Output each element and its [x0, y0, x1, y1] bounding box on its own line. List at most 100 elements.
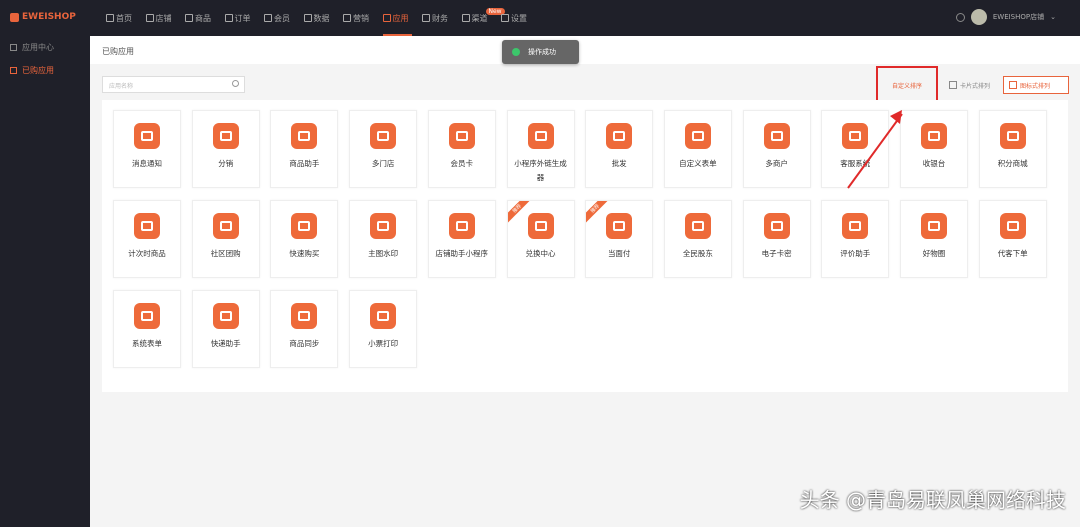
app-tile[interactable]: 推荐 兑换中心 — [506, 200, 575, 278]
app-tile[interactable]: 批发 — [585, 110, 654, 188]
nav-item-5[interactable]: 数据 — [303, 0, 344, 36]
app-label: 多门店 — [371, 159, 395, 168]
app-label: 系统表单 — [132, 339, 162, 348]
app-tile[interactable]: 代客下单 — [978, 200, 1047, 278]
app-tile[interactable]: 计次时商品 — [113, 200, 181, 278]
app-label: 多商户 — [765, 159, 788, 168]
success-icon — [512, 48, 520, 56]
app-label: 快递助手 — [210, 339, 241, 348]
app-label: 兑换中心 — [525, 249, 556, 258]
app-tile[interactable]: 快递助手 — [191, 290, 260, 368]
app-icon — [763, 123, 790, 149]
app-tile[interactable]: 多门店 — [349, 110, 418, 188]
avatar[interactable] — [970, 9, 987, 25]
app-tile[interactable]: 快速购买 — [270, 200, 339, 278]
app-icon — [921, 123, 947, 149]
nav-item-7[interactable]: 应用 — [382, 0, 423, 36]
app-icon — [527, 123, 554, 149]
nav-icon — [501, 14, 509, 22]
app-icon — [370, 123, 397, 149]
app-tile[interactable]: 系统表单 — [113, 290, 181, 368]
user-menu[interactable]: EWEISHOP店铺 ⌄ — [955, 9, 1056, 25]
app-tile[interactable]: 商品助手 — [270, 110, 339, 188]
app-label: 会员卡 — [450, 159, 474, 168]
nav-item-6[interactable]: 营销 — [343, 0, 383, 36]
app-tile[interactable]: 主图水印 — [349, 200, 418, 278]
toast-notification: 操作成功 — [502, 40, 579, 64]
app-label: 积分商城 — [997, 159, 1028, 168]
app-label: 社区团购 — [210, 249, 241, 258]
app-tile[interactable]: 电子卡密 — [742, 200, 811, 278]
search-icon[interactable] — [232, 80, 239, 87]
search-input[interactable]: 应用名称 — [102, 76, 245, 93]
app-icon — [606, 123, 633, 149]
app-label: 店铺助手小程序 — [435, 249, 489, 258]
app-tile[interactable]: 好物圈 — [900, 200, 968, 278]
nav-item-4[interactable]: 会员 — [264, 0, 304, 36]
grid-icon — [1009, 81, 1017, 89]
nav-item-9[interactable]: 渠道 New — [461, 0, 505, 36]
nav-icon — [145, 14, 154, 22]
icon-view-button[interactable]: 图标式排列 — [1003, 76, 1069, 94]
app-tile[interactable]: 评价助手 — [821, 200, 890, 278]
top-bar: EWEISHOP 首页 店铺 商品 订单 会员 数据 营销 应用 财务 渠道 New 设置 EWEIS… — [0, 0, 1080, 36]
app-tile[interactable]: 小程序外链生成器 — [506, 110, 575, 188]
app-icon — [212, 213, 239, 239]
app-tile[interactable]: 社区团购 — [191, 200, 260, 278]
app-label: 小票打印 — [368, 339, 399, 348]
nav-item-10[interactable]: 设置 — [501, 0, 541, 36]
app-label: 当面付 — [607, 249, 631, 258]
app-icon — [134, 123, 160, 149]
app-tile[interactable]: 积分商城 — [978, 110, 1047, 188]
app-tile[interactable]: 多商户 — [742, 110, 811, 188]
app-icon — [921, 213, 947, 239]
page-title: 已购应用 — [90, 36, 1080, 64]
annotation-arrow — [847, 110, 903, 189]
app-label: 商品同步 — [289, 339, 320, 348]
card-view-button[interactable]: 卡片式排列 — [944, 76, 995, 94]
app-label: 好物圈 — [922, 249, 946, 258]
app-icon — [212, 123, 239, 149]
logo[interactable]: EWEISHOP — [10, 12, 76, 22]
custom-sort-button[interactable]: 自定义排序 — [876, 66, 938, 104]
sidebar-icon — [10, 44, 17, 51]
notification-icon[interactable] — [955, 12, 965, 22]
sidebar-item-0[interactable]: 应用中心 — [0, 36, 90, 59]
app-label: 小程序外链生成器 — [514, 159, 567, 182]
app-tile[interactable]: 分销 — [191, 110, 260, 188]
app-label: 电子卡密 — [761, 249, 792, 258]
app-label: 全民股东 — [682, 249, 713, 258]
app-tile[interactable]: 推荐 当面付 — [585, 200, 654, 278]
app-tile[interactable]: 小票打印 — [349, 290, 418, 368]
app-icon — [370, 303, 397, 329]
nav-item-3[interactable]: 订单 — [224, 0, 265, 36]
app-label: 评价助手 — [840, 249, 871, 258]
nav-item-1[interactable]: 店铺 — [145, 0, 186, 36]
nav-icon — [303, 14, 312, 22]
app-label: 分销 — [218, 159, 234, 168]
main-content: 已购应用 应用名称 自定义排序 卡片式排列 图标式排列 消息通知 分销 商品助手 多门… — [90, 36, 1080, 527]
app-icon — [134, 213, 160, 239]
app-tile[interactable]: 全民股东 — [663, 200, 732, 278]
nav-icon — [106, 14, 114, 22]
user-name[interactable]: EWEISHOP店铺 — [993, 12, 1044, 22]
app-tile[interactable]: 商品同步 — [270, 290, 339, 368]
sidebar-item-1[interactable]: 已购应用 — [0, 59, 90, 82]
app-icon — [606, 213, 633, 239]
app-icon — [212, 303, 239, 329]
chevron-down-icon: ⌄ — [1050, 13, 1056, 21]
nav-item-8[interactable]: 财务 — [422, 0, 462, 36]
nav-icon — [185, 14, 193, 22]
nav-icon — [224, 14, 233, 22]
app-tile[interactable]: 消息通知 — [113, 110, 181, 188]
app-tile[interactable]: 店铺助手小程序 — [427, 200, 496, 278]
app-icon — [370, 213, 397, 239]
nav-icon — [461, 14, 470, 22]
app-tile[interactable]: 自定义表单 — [663, 110, 732, 188]
app-tile[interactable]: 会员卡 — [427, 110, 496, 188]
watermark: 头条 @青岛易联凤巢网络科技 — [799, 488, 1066, 512]
nav-item-2[interactable]: 商品 — [185, 0, 225, 36]
nav-icon — [382, 14, 391, 22]
app-tile[interactable]: 收银台 — [900, 110, 968, 188]
nav-item-0[interactable]: 首页 — [106, 0, 146, 36]
